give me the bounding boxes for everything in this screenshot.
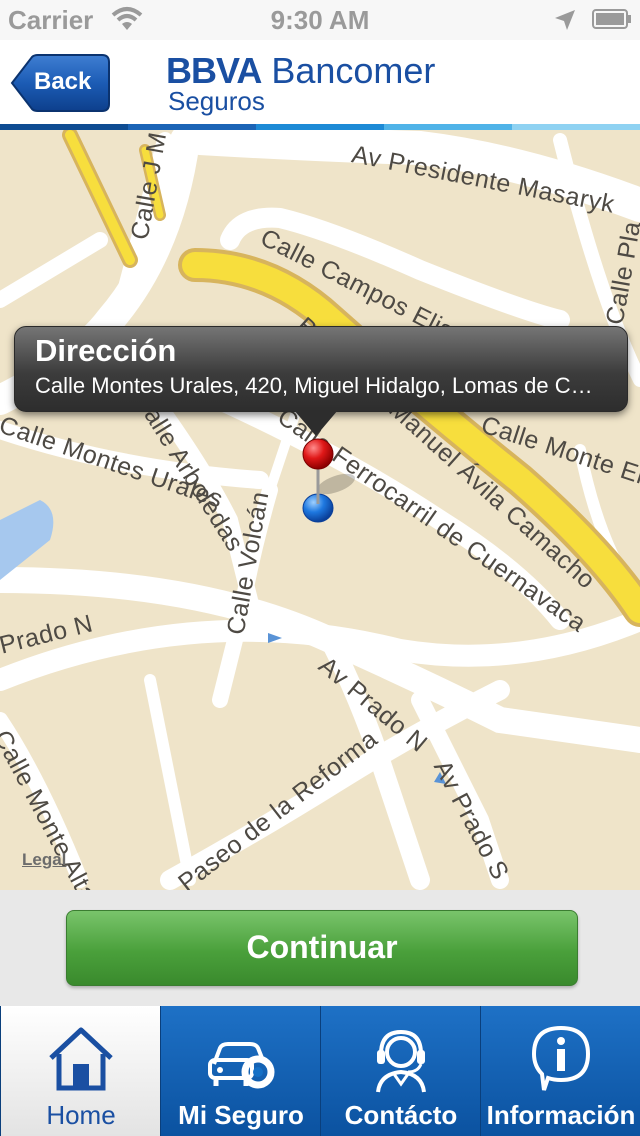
- callout-address: Calle Montes Urales, 420, Miguel Hidalgo…: [35, 373, 595, 398]
- tab-label: Home: [46, 1100, 116, 1130]
- headset-agent-icon: [376, 1029, 426, 1093]
- location-arrow-icon: [555, 10, 575, 30]
- map-view[interactable]: Calle J M Av Presidente Masaryk Calle Ca…: [0, 130, 640, 890]
- continue-button[interactable]: Continuar: [66, 910, 578, 986]
- tab-contacto[interactable]: Contácto: [320, 1006, 480, 1136]
- map-legal-link[interactable]: Legal: [22, 850, 66, 870]
- clock: 9:30 AM: [270, 5, 370, 35]
- back-button[interactable]: Back: [10, 54, 110, 112]
- address-callout[interactable]: Dirección Calle Montes Urales, 420, Migu…: [14, 326, 628, 412]
- status-bar: Carrier 9:30 AM: [0, 0, 640, 40]
- tab-label: Contácto: [344, 1100, 458, 1130]
- tab-informacion[interactable]: Información: [480, 1006, 640, 1136]
- info-icon: [531, 1025, 591, 1091]
- battery-icon: [592, 9, 631, 29]
- callout-pointer: [294, 410, 338, 436]
- tab-mi-seguro[interactable]: Mi Seguro: [160, 1006, 320, 1136]
- tab-home[interactable]: Home: [0, 1006, 160, 1136]
- back-label: Back: [34, 68, 92, 95]
- location-pin-icon[interactable]: [296, 436, 340, 528]
- logo-subtitle: Seguros: [168, 86, 265, 116]
- callout-title: Dirección: [35, 333, 177, 368]
- home-icon: [49, 1027, 113, 1091]
- tab-bar: Home Mi Seguro Contácto Información: [0, 1006, 640, 1136]
- tab-label: Mi Seguro: [178, 1100, 304, 1130]
- app-header: Back BBVA Bancomer Seguros: [0, 40, 640, 124]
- action-area: Continuar: [0, 890, 640, 1006]
- car-lifebuoy-icon: [208, 1042, 275, 1089]
- tab-label: Información: [486, 1100, 636, 1130]
